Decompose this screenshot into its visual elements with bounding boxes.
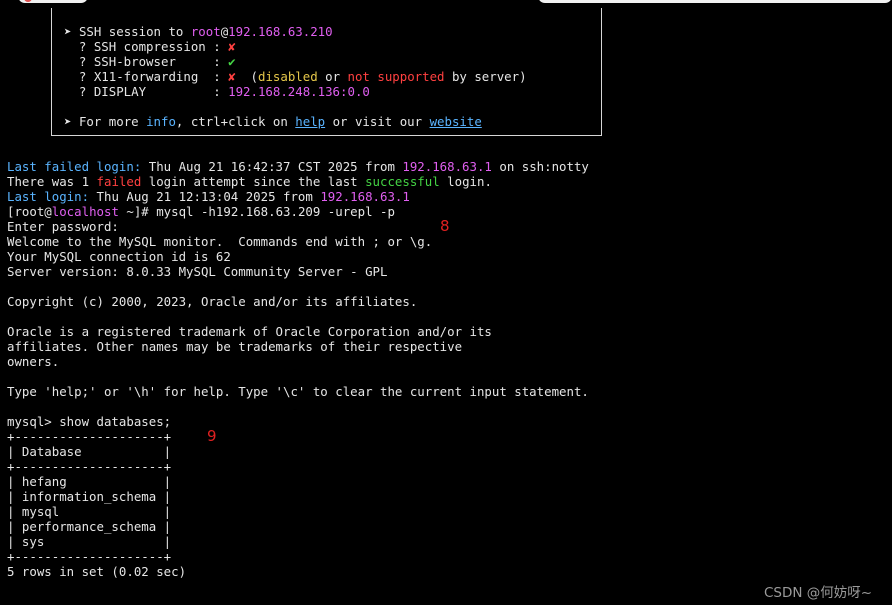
- prompt-host: localhost: [51, 204, 119, 219]
- display-value: 192.168.248.136:0.0: [228, 84, 370, 99]
- cross-icon: ✘: [228, 69, 236, 84]
- welcome-line: Welcome to the MySQL monitor. Commands e…: [7, 234, 433, 249]
- failed-attempt-line: There was 1 failed login attempt since t…: [7, 174, 492, 189]
- copyright-line: Copyright (c) 2000, 2023, Oracle and/or …: [7, 294, 418, 309]
- website-link[interactable]: website: [430, 114, 482, 129]
- oracle-line-2: affiliates. Other names may be trademark…: [7, 339, 463, 354]
- last-failed-login-line: Last failed login: Thu Aug 21 16:42:37 C…: [7, 159, 589, 174]
- table-border-mid: +--------------------+: [7, 459, 172, 474]
- help-link[interactable]: help: [295, 114, 325, 129]
- ssh-compression-line: ? SSH compression : ✘: [78, 39, 236, 54]
- arrow-icon: ➤: [64, 114, 72, 129]
- ssh-info-line: ➤ For more info, ctrl+click on help or v…: [64, 114, 482, 129]
- table-border-top: +--------------------+: [7, 429, 172, 444]
- check-icon: ✔: [228, 54, 236, 69]
- connection-id-line: Your MySQL connection id is 62: [7, 249, 231, 264]
- table-row: | information_schema |: [7, 489, 172, 504]
- help-hint-line: Type 'help;' or '\h' for help. Type '\c'…: [7, 384, 589, 399]
- cross-icon: ✘: [228, 39, 236, 54]
- annotation-step-9: 9: [207, 427, 217, 445]
- terminal-output[interactable]: ➤ SSH session to root@192.168.63.210 ? S…: [0, 0, 892, 605]
- table-row: | performance_schema |: [7, 519, 172, 534]
- shell-prompt-line: [root@localhost ~]# mysql -h192.168.63.2…: [7, 204, 395, 219]
- table-row: | sys |: [7, 534, 172, 549]
- arrow-icon: ➤: [64, 24, 72, 39]
- last-login-line: Last login: Thu Aug 21 12:13:04 2025 fro…: [7, 189, 410, 204]
- ssh-session-line: ➤ SSH session to root@192.168.63.210: [64, 24, 333, 39]
- table-border-bottom: +--------------------+: [7, 549, 172, 564]
- server-version-line: Server version: 8.0.33 MySQL Community S…: [7, 264, 388, 279]
- annotation-step-8: 8: [440, 217, 450, 235]
- enter-password-line: Enter password:: [7, 219, 119, 234]
- session-host: 192.168.63.210: [228, 24, 333, 39]
- mysql-prompt-line: mysql> show databases;: [7, 414, 172, 429]
- table-row: | mysql |: [7, 504, 172, 519]
- shell-command: mysql -h192.168.63.209 -urepl -p: [156, 204, 395, 219]
- ssh-display-line: ? DISPLAY : 192.168.248.136:0.0: [78, 84, 370, 99]
- session-user: root: [190, 24, 221, 39]
- table-row: | hefang |: [7, 474, 172, 489]
- oracle-line-1: Oracle is a registered trademark of Orac…: [7, 324, 492, 339]
- ssh-x11-line: ? X11-forwarding : ✘ (disabled or not su…: [78, 69, 527, 84]
- ssh-browser-line: ? SSH-browser : ✔: [78, 54, 236, 69]
- oracle-line-3: owners.: [7, 354, 60, 369]
- table-header: | Database |: [7, 444, 172, 459]
- csdn-watermark: CSDN @何妨呀~: [764, 585, 873, 601]
- rows-in-set-line: 5 rows in set (0.02 sec): [7, 564, 187, 579]
